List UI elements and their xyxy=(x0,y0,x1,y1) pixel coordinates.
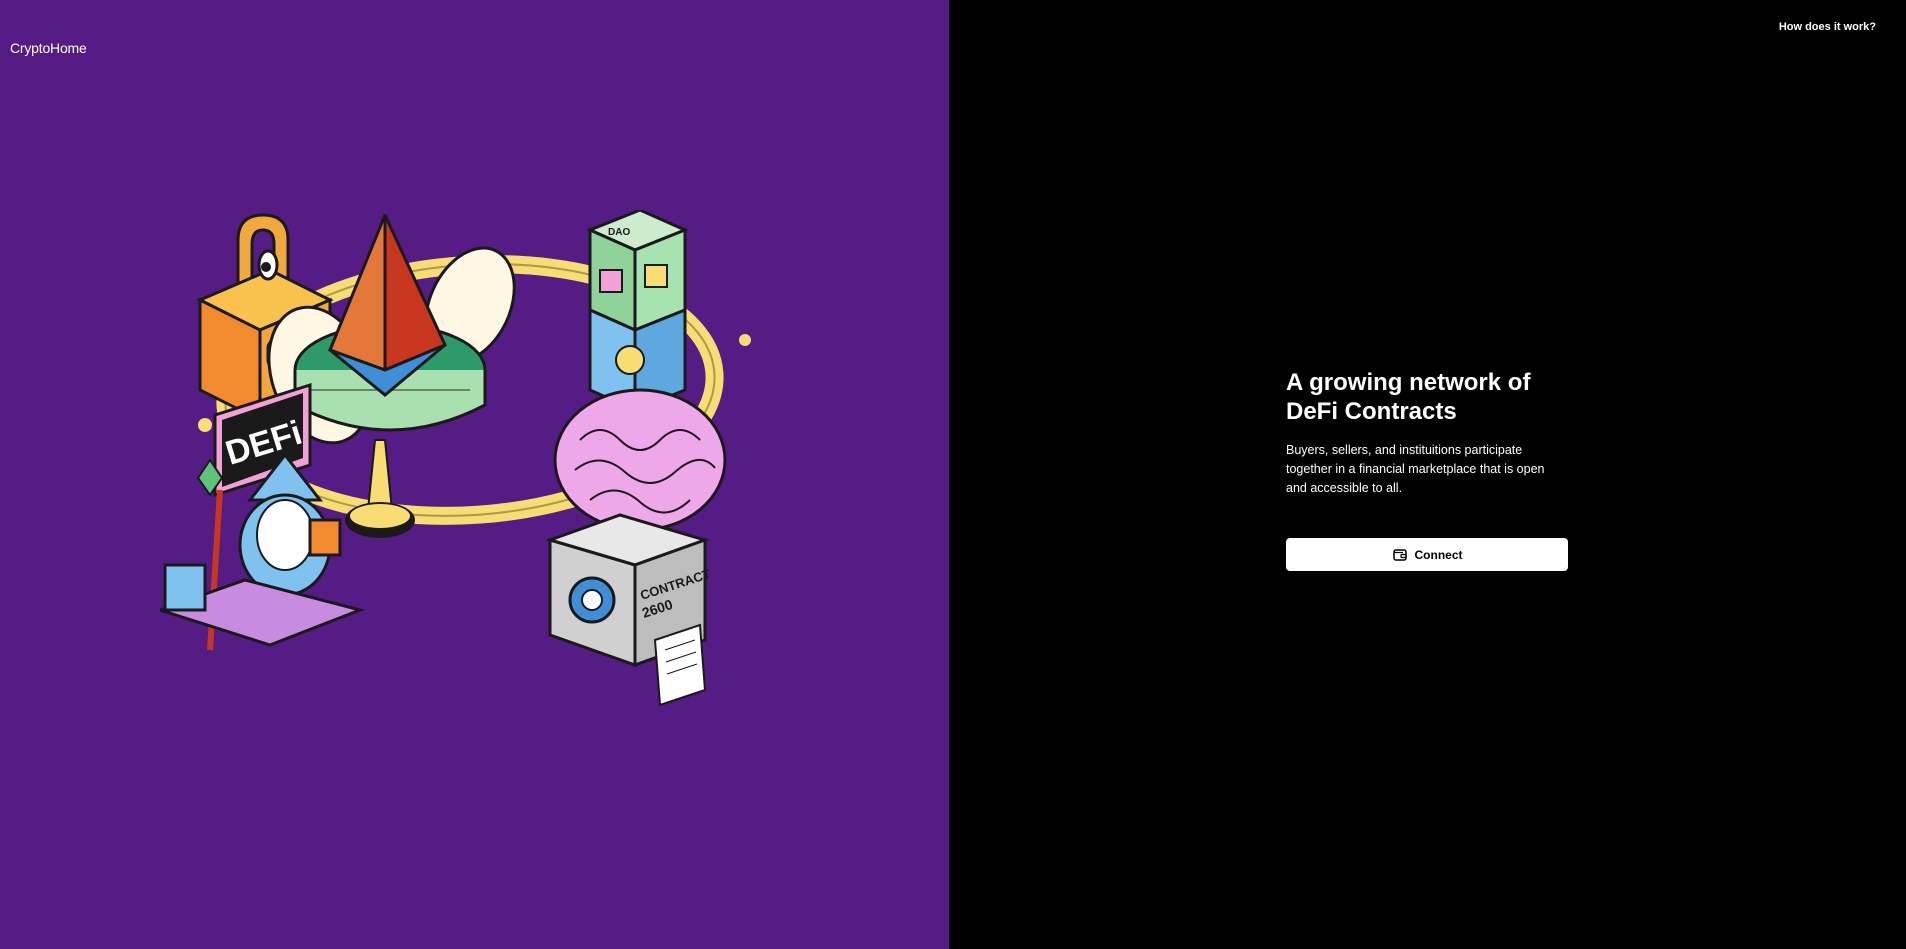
hero-description: Buyers, sellers, and instituitions parti… xyxy=(1286,443,1545,495)
connect-button-label: Connect xyxy=(1414,547,1463,562)
hero-title-line-1: A growing network of xyxy=(1286,369,1531,396)
connect-button[interactable]: Connect xyxy=(1286,538,1568,571)
wallet-icon xyxy=(1392,547,1408,563)
content-panel: How does it work? A growing network of D… xyxy=(949,0,1906,949)
page: CryptoHome DAO CONTRACT 2600 DEFi How do… xyxy=(0,0,1906,949)
hero-title: A growing network of DeFi Contracts xyxy=(1286,368,1568,426)
how-it-works-link[interactable]: How does it work? xyxy=(1779,21,1876,33)
dao-tower: DAO xyxy=(586,210,689,413)
brain-icon xyxy=(553,388,727,532)
contract-machine: CONTRACT 2600 xyxy=(545,513,712,707)
defi-illustration: DAO CONTRACT 2600 DEFi xyxy=(160,210,751,707)
hero-section: A growing network of DeFi Contracts Buye… xyxy=(1286,368,1568,571)
brand-logo[interactable]: CryptoHome xyxy=(10,40,87,56)
svg-text:DAO: DAO xyxy=(608,227,630,238)
hero-title-line-2: DeFi Contracts xyxy=(1286,398,1457,425)
illustration-panel: CryptoHome DAO CONTRACT 2600 DEFi xyxy=(0,0,949,949)
